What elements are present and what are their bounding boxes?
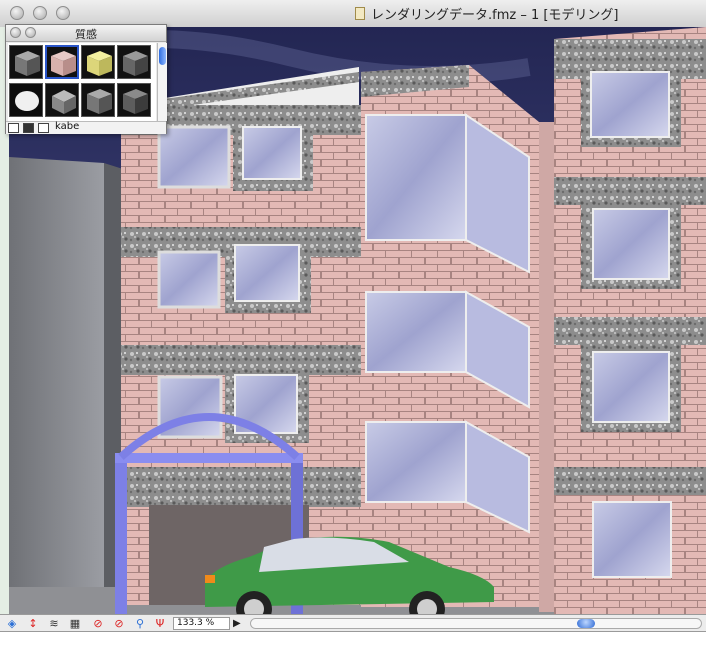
close-button[interactable]: [10, 6, 24, 20]
window-bottom-margin: [0, 632, 706, 665]
palette-scrollbar[interactable]: [157, 43, 167, 121]
list-view-icon[interactable]: [8, 123, 19, 133]
zoom-menu-arrow-icon[interactable]: ▶: [233, 617, 243, 630]
grid-view-icon[interactable]: [38, 123, 49, 133]
preview-icon[interactable]: [23, 123, 34, 133]
metal-sphere-icon[interactable]: [45, 83, 79, 117]
dark-cube-icon[interactable]: [117, 83, 151, 117]
wave-icon[interactable]: ≋: [46, 617, 62, 630]
bottom-toolbar: ◈ ↕ ≋ ▦ ⊘ ⊘ ⚲ Ψ 133.3 % ▶: [0, 614, 706, 632]
palette-title: 質感: [75, 28, 97, 41]
palette-title-bar[interactable]: 質感: [6, 25, 166, 42]
title-group: レンダリングデータ.fmz – 1 [モデリング]: [355, 4, 619, 23]
horizontal-scrollbar[interactable]: [250, 618, 702, 629]
move-vertical-icon[interactable]: ↕: [25, 617, 41, 630]
material-palette[interactable]: 質感 kabe: [5, 24, 167, 134]
main-window: レンダリングデータ.fmz – 1 [モデリング] 質感 kabe ◈ ↕ ≋ …: [0, 0, 706, 665]
zoom-button[interactable]: [56, 6, 70, 20]
minimize-button[interactable]: [33, 6, 47, 20]
yellow-cube-icon[interactable]: [81, 45, 115, 79]
gray-cube-icon[interactable]: [81, 83, 115, 117]
layer-icon[interactable]: ◈: [4, 617, 20, 630]
no-entry-icon[interactable]: ⊘: [90, 617, 106, 630]
grid-icon[interactable]: ▦: [67, 617, 83, 630]
fork-icon[interactable]: Ψ: [152, 617, 168, 630]
selected-material-name: kabe: [55, 121, 80, 132]
white-blob-icon[interactable]: [9, 83, 43, 117]
gray-cube-icon[interactable]: [9, 45, 43, 79]
horizontal-scroll-thumb[interactable]: [577, 619, 595, 628]
document-icon: [355, 7, 365, 20]
magnifier-icon[interactable]: ⚲: [132, 617, 148, 630]
palette-footer: kabe: [6, 121, 166, 134]
window-title: レンダリングデータ.fmz – 1 [モデリング]: [371, 8, 619, 23]
dark-cube-icon[interactable]: [117, 45, 151, 79]
palette-scroll-thumb[interactable]: [159, 47, 166, 65]
no-entry-icon[interactable]: ⊘: [111, 617, 127, 630]
brick-cube-icon[interactable]: [45, 45, 79, 79]
material-swatch-grid: [8, 43, 156, 121]
zoom-level-field[interactable]: 133.3 %: [173, 617, 230, 630]
